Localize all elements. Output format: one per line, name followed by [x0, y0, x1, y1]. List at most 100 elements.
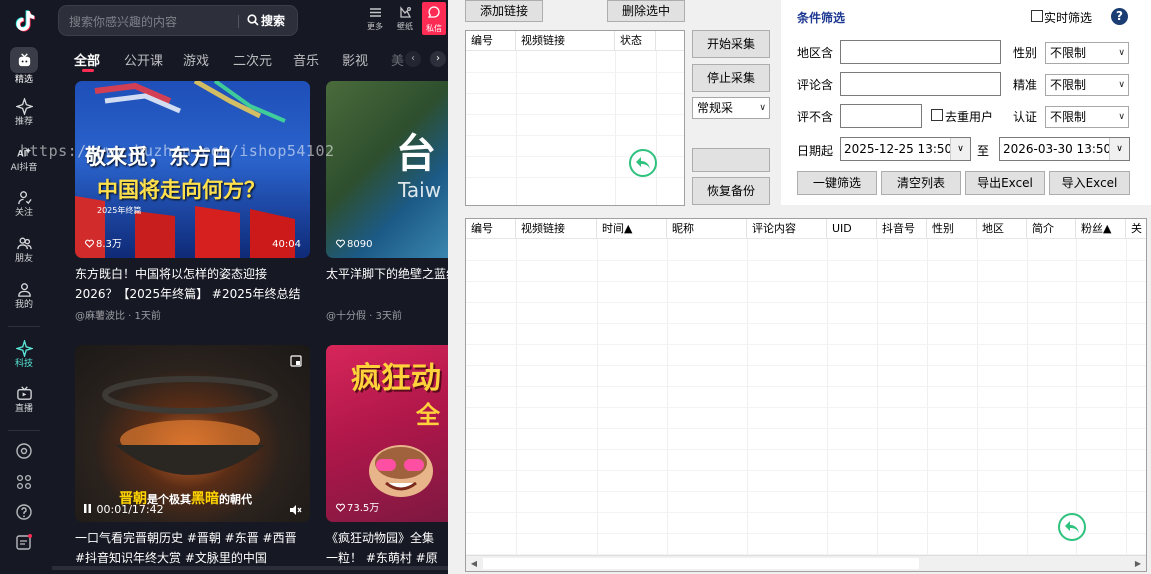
douyin-logo-icon[interactable] — [12, 8, 38, 34]
video-card[interactable]: 敬来觅，东方白 中国将走向何方？ 2025年终篇 8.3万 40:04 东方既白… — [75, 81, 310, 326]
video-title[interactable]: 东方既白！中国将以怎样的姿态迎接2026？【2025年终篇】 #2025年终总结… — [75, 264, 307, 304]
blank-button[interactable] — [692, 148, 770, 172]
column-header[interactable]: 简介 — [1027, 219, 1076, 239]
collect-mode-select[interactable]: 常规采 ∨ — [692, 97, 770, 119]
gender-select[interactable]: 不限制 ∨ — [1045, 42, 1129, 64]
sidebar-item-friends[interactable]: 朋友 — [0, 231, 48, 271]
sidebar-item-featured[interactable]: 精选 — [0, 47, 48, 87]
mute-icon[interactable] — [289, 504, 302, 516]
video-author[interactable]: @麻薯波比 · 1天前 — [75, 307, 161, 322]
tab-open-class[interactable]: 公开课 — [124, 50, 163, 69]
back-arrow-button[interactable] — [1058, 513, 1086, 541]
help-circle-icon[interactable] — [15, 503, 33, 521]
apps-grid-icon[interactable] — [15, 473, 33, 491]
scroll-left-icon[interactable]: ◀ — [466, 556, 482, 571]
start-collect-button[interactable]: 开始采集 — [692, 30, 770, 58]
thumbnail-headline-1: 台 — [396, 131, 436, 177]
video-title[interactable]: 太平洋脚下的绝壁之蓝线！ 原来宝岛台湾的东 — [326, 264, 448, 304]
scrollbar-thumb[interactable] — [483, 558, 919, 569]
add-link-button[interactable]: 添加链接 — [465, 0, 543, 22]
verify-select[interactable]: 不限制 ∨ — [1045, 106, 1129, 128]
date-start-picker[interactable]: 2025-12-25 13:50: ∨ — [840, 137, 971, 161]
tab-music[interactable]: 音乐 — [293, 50, 319, 69]
video-author[interactable]: @十分假 · 3天前 — [326, 307, 402, 322]
feedback-icon[interactable] — [15, 533, 33, 551]
wallpaper-button[interactable]: 壁纸 — [392, 6, 418, 32]
video-player[interactable]: 晋朝是个极其黑暗的朝代 00:01/17:42 — [75, 345, 310, 522]
more-button[interactable]: 更多 — [362, 6, 388, 32]
column-header[interactable]: 视频链接 — [516, 219, 597, 239]
one-click-filter-button[interactable]: 一键筛选 — [797, 171, 877, 195]
column-header[interactable]: 粉丝▲ — [1076, 219, 1126, 239]
author-name[interactable]: @十分假 — [326, 311, 366, 322]
result-horizontal-scrollbar[interactable]: ◀ ▶ — [466, 555, 1146, 571]
sidebar-item-live[interactable]: 直播 — [0, 381, 48, 421]
grid-line — [877, 239, 878, 555]
column-header[interactable]: 昵称 — [667, 219, 747, 239]
tab-games[interactable]: 游戏 — [183, 50, 209, 69]
calendar-dropdown-icon[interactable]: ∨ — [950, 138, 970, 160]
video-card[interactable]: 台 Taiw 8090 太平洋脚下的绝壁之蓝线！ 原来宝岛台湾的东 @十分假 ·… — [326, 81, 448, 326]
grid-line — [466, 512, 1146, 513]
column-header[interactable]: 编号 — [466, 31, 516, 51]
video-thumbnail[interactable]: 疯狂动 全 73.5万 — [326, 345, 448, 522]
result-table[interactable]: 编号 视频链接 时间▲ 昵称 评论内容 UID 抖音号 性别 地区 简介 粉丝▲… — [465, 218, 1147, 572]
video-thumbnail[interactable]: 台 Taiw 8090 — [326, 81, 448, 258]
comment-include-input[interactable] — [840, 72, 1001, 96]
sidebar-item-mine[interactable]: 我的 — [0, 277, 48, 317]
pip-icon[interactable] — [290, 355, 302, 367]
column-header[interactable]: 时间▲ — [597, 219, 667, 239]
pause-icon[interactable] — [82, 503, 93, 514]
search-box[interactable]: 搜索你感兴趣的内容 搜索 — [58, 5, 298, 36]
search-input[interactable]: 搜索你感兴趣的内容 — [69, 13, 177, 30]
video-card[interactable]: 疯狂动 全 73.5万 《疯狂动物园》全集 一粒！ #东萌村 #原创动画 — [326, 345, 448, 567]
column-header[interactable]: 抖音号 — [877, 219, 927, 239]
search-button[interactable]: 搜索 — [247, 12, 285, 29]
date-end-picker[interactable]: 2026-03-30 13:50: ∨ — [999, 137, 1130, 161]
tab-all[interactable]: 全部 — [74, 50, 100, 69]
video-title[interactable]: 一口气看完晋朝历史 #晋朝 #东晋 #西晋 #抖音知识年终大赏 #文脉里的中国 — [75, 528, 307, 567]
tab-film[interactable]: 影视 — [342, 50, 368, 69]
video-card[interactable]: 晋朝是个极其黑暗的朝代 00:01/17:42 一口气看完晋朝历史 #晋朝 #东… — [75, 345, 310, 567]
tab-beauty[interactable]: 美 — [391, 50, 404, 69]
precise-select[interactable]: 不限制 ∨ — [1045, 74, 1129, 96]
message-button[interactable]: 私信 — [422, 2, 446, 35]
comment-exclude-input[interactable] — [840, 104, 922, 128]
calendar-dropdown-icon[interactable]: ∨ — [1109, 138, 1129, 160]
import-excel-button[interactable]: 导入Excel — [1049, 171, 1130, 195]
grid-line — [466, 428, 1146, 429]
tabs-next-arrow[interactable]: › — [430, 51, 446, 67]
sidebar-item-recommend[interactable]: 推荐 — [0, 94, 48, 134]
column-header[interactable]: 性别 — [927, 219, 977, 239]
column-header[interactable]: 视频链接 — [516, 31, 615, 51]
link-table[interactable]: 编号 视频链接 状态 — [465, 30, 685, 206]
target-icon[interactable] — [15, 442, 33, 460]
clear-list-button[interactable]: 清空列表 — [881, 171, 961, 195]
column-header[interactable]: UID — [827, 219, 877, 239]
author-name[interactable]: @麻薯波比 — [75, 311, 125, 322]
realtime-filter-checkbox[interactable] — [1031, 10, 1043, 22]
region-input[interactable] — [840, 40, 1001, 64]
sidebar-item-tech[interactable]: 科技 — [0, 336, 48, 376]
column-header[interactable]: 关 — [1126, 219, 1146, 239]
column-header[interactable]: 状态 — [615, 31, 656, 51]
grid-line — [466, 177, 684, 178]
dedupe-users-checkbox[interactable] — [931, 109, 943, 121]
delete-selected-button[interactable]: 删除选中 — [607, 0, 685, 22]
video-title[interactable]: 《疯狂动物园》全集 一粒！ #东萌村 #原创动画 — [326, 528, 448, 567]
help-icon[interactable]: ? — [1111, 8, 1128, 25]
column-header[interactable]: 编号 — [466, 219, 516, 239]
export-excel-button[interactable]: 导出Excel — [965, 171, 1045, 195]
back-arrow-button[interactable] — [629, 149, 657, 177]
tabs-prev-arrow[interactable]: ‹ — [405, 51, 421, 67]
feed-scrollbar[interactable] — [52, 566, 448, 570]
restore-backup-button[interactable]: 恢复备份 — [692, 177, 770, 205]
stop-collect-button[interactable]: 停止采集 — [692, 64, 770, 92]
tab-anime[interactable]: 二次元 — [233, 50, 272, 69]
sidebar-item-follow[interactable]: 关注 — [0, 185, 48, 225]
chevron-down-icon: ∨ — [1118, 80, 1125, 90]
column-header[interactable]: 评论内容 — [747, 219, 827, 239]
video-thumbnail[interactable]: 敬来觅，东方白 中国将走向何方？ 2025年终篇 8.3万 40:04 — [75, 81, 310, 258]
scroll-right-icon[interactable]: ▶ — [1130, 556, 1146, 571]
column-header[interactable]: 地区 — [977, 219, 1027, 239]
